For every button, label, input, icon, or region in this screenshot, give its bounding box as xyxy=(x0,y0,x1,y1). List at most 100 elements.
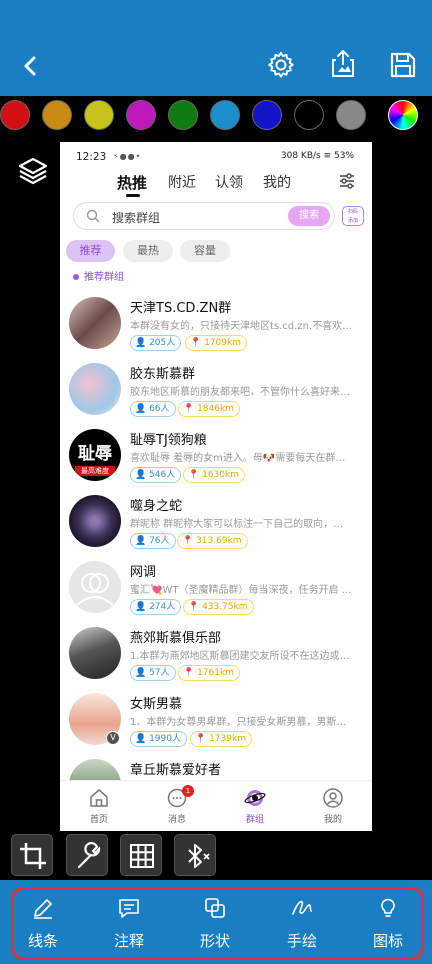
list-item[interactable]: 噬身之蛇 群昵称 群昵称大家可以标注一下自己的取向，… 👤 76人 📍 313.… xyxy=(60,495,372,559)
group-desc: 群昵称 群昵称大家可以标注一下自己的取向，… xyxy=(130,519,344,530)
tools-button[interactable] xyxy=(66,834,108,876)
chip-recommend[interactable]: 推荐 xyxy=(66,240,115,262)
section-dot xyxy=(73,274,79,280)
tab-claim[interactable]: 认领 xyxy=(215,172,243,192)
tab-underline xyxy=(126,194,140,197)
group-avatar xyxy=(69,297,121,349)
tool-line[interactable]: 线条 xyxy=(13,896,73,951)
tab-nearby[interactable]: 附近 xyxy=(168,172,196,192)
group-name: 女斯男慕 xyxy=(130,697,183,712)
tool-icon[interactable]: 图标 xyxy=(358,896,418,951)
avatar-text: 耻辱 xyxy=(78,444,112,464)
default-avatar-icon xyxy=(76,573,114,606)
chip-capacity[interactable]: 容量 xyxy=(180,240,230,262)
shapes-icon xyxy=(205,898,225,918)
color-swatch-red[interactable] xyxy=(0,100,30,130)
list-item[interactable]: 燕郊斯慕俱乐部 1.本群为燕郊地区斯慕团建交友所设不在这边或… 👤 57人 📍 … xyxy=(60,627,372,691)
nav-messages[interactable]: 1 消息 xyxy=(147,785,207,825)
color-picker-rainbow[interactable] xyxy=(388,100,418,130)
list-item[interactable]: 胶东斯慕群 胶东地区斯慕的朋友都来吧，不管你什么喜好来… 👤 66人 📍 184… xyxy=(60,363,372,427)
lightbulb-icon xyxy=(381,898,395,917)
screenshot-canvas[interactable]: 12:23 ⚡●●• 308 KB/s ≡ 53% 热推 附近 认领 我的 搜索… xyxy=(60,142,372,831)
color-swatch-navy[interactable] xyxy=(252,100,282,130)
status-right: 308 KB/s ≡ 53% xyxy=(280,151,354,161)
layers-icon[interactable] xyxy=(17,155,49,187)
tool-freehand[interactable]: 手绘 xyxy=(272,896,332,951)
nav-label: 消息 xyxy=(167,815,186,825)
nav-groups[interactable]: 群组 xyxy=(225,787,285,825)
distance: 📍 1709km xyxy=(185,335,247,351)
group-name: 网调 xyxy=(130,565,157,580)
list-item[interactable]: 耻辱 最高难度 耻辱TJ领狗粮 喜欢耻辱 羞辱的女m进入。母🐶需要每天在群… 👤… xyxy=(60,429,372,493)
group-desc: 喜欢耻辱 羞辱的女m进入。母🐶需要每天在群… xyxy=(130,453,346,464)
group-desc: 胶东地区斯慕的朋友都来吧，不管你什么喜好来… xyxy=(130,387,350,398)
color-swatch-black[interactable] xyxy=(294,100,324,130)
tool-label: 注释 xyxy=(113,932,144,950)
list-item[interactable]: 天津TS.CD.ZN群 本群没有女的，只接待天津地区ts.cd.zn.不喜欢… … xyxy=(60,297,372,361)
scan-add-button[interactable]: 扫码 添加 xyxy=(342,206,364,226)
chip-hottest[interactable]: 最热 xyxy=(123,240,173,262)
search-bar[interactable]: 搜索群组 搜索 xyxy=(73,202,335,230)
member-count: 👤 1990人 xyxy=(130,731,187,747)
avatar-subtext: 最高难度 xyxy=(75,466,115,476)
group-desc: 1.本群为燕郊地区斯慕团建交友所设不在这边或… xyxy=(130,651,350,662)
group-desc: 本群没有女的，只接待天津地区ts.cd.zn.不喜欢… xyxy=(130,321,353,332)
group-name: 章丘斯慕爱好者 xyxy=(130,763,222,778)
verified-badge: V xyxy=(106,731,120,745)
status-indicators: ⚡●●• xyxy=(113,152,142,161)
member-count: 👤 57人 xyxy=(130,665,176,681)
section-label: 推荐群组 xyxy=(84,272,124,283)
tool-label: 形状 xyxy=(199,932,230,950)
home-icon xyxy=(90,789,108,807)
color-swatch-green[interactable] xyxy=(168,100,198,130)
member-count: 👤 66人 xyxy=(130,401,176,417)
group-avatar xyxy=(69,561,121,613)
member-count: 👤 546人 xyxy=(130,467,182,483)
distance: 📍 1846km xyxy=(178,401,240,417)
groups-planet-icon xyxy=(244,790,266,806)
list-item[interactable]: 网调 蜜汇💘WT（圣魔精品群）每当深夜，任务开启 … 👤 274人 📍 433.… xyxy=(60,561,372,625)
wrench-icon xyxy=(77,841,101,869)
member-count: 👤 76人 xyxy=(130,533,176,549)
nav-label: 我的 xyxy=(323,815,342,825)
color-swatch-blue[interactable] xyxy=(210,100,240,130)
nav-home[interactable]: 首页 xyxy=(69,787,129,825)
distance: 📍 1739km xyxy=(190,731,252,747)
profile-icon xyxy=(323,788,343,808)
settings-gear-icon[interactable] xyxy=(266,50,296,80)
group-name: 耻辱TJ领狗粮 xyxy=(130,433,207,448)
tab-mine[interactable]: 我的 xyxy=(263,172,291,192)
tool-shape[interactable]: 形状 xyxy=(185,896,245,951)
share-export-icon[interactable] xyxy=(328,48,358,78)
filter-sliders-icon[interactable] xyxy=(338,172,356,190)
list-item[interactable]: V 女斯男慕 1、本群为女尊男卑群，只接受女斯男慕，男斯… 👤 1990人 📍 … xyxy=(60,693,372,757)
tool-label: 图标 xyxy=(372,932,403,950)
save-floppy-icon[interactable] xyxy=(388,50,418,80)
nav-mine[interactable]: 我的 xyxy=(303,787,363,825)
tool-label: 线条 xyxy=(27,932,58,950)
bluetooth-off-icon xyxy=(188,844,210,868)
group-avatar xyxy=(69,627,121,679)
back-arrow-icon[interactable] xyxy=(16,52,44,80)
search-button[interactable]: 搜索 xyxy=(288,206,330,226)
distance: 📍 433.75km xyxy=(183,599,254,615)
grid-button[interactable] xyxy=(120,834,162,876)
crop-button[interactable] xyxy=(11,834,53,876)
distance: 📍 1761km xyxy=(178,665,240,681)
comment-icon xyxy=(119,899,139,918)
freehand-scribble-icon xyxy=(292,900,312,915)
pencil-icon xyxy=(34,899,52,919)
color-swatch-gray[interactable] xyxy=(336,100,366,130)
group-avatar xyxy=(69,363,121,415)
tool-annotation[interactable]: 注释 xyxy=(99,896,159,951)
member-count: 👤 274人 xyxy=(130,599,182,615)
color-swatch-orange[interactable] xyxy=(42,100,72,130)
group-avatar: 耻辱 最高难度 xyxy=(69,429,121,481)
bottom-toolbar: 线条 注释 形状 手绘 图标 xyxy=(0,880,432,964)
bluetooth-button[interactable] xyxy=(174,834,216,876)
search-placeholder: 搜索群组 xyxy=(112,211,161,225)
color-swatch-yellow[interactable] xyxy=(84,100,114,130)
group-name: 天津TS.CD.ZN群 xyxy=(130,301,232,316)
color-swatch-magenta[interactable] xyxy=(126,100,156,130)
tab-hot[interactable]: 热推 xyxy=(117,172,147,193)
